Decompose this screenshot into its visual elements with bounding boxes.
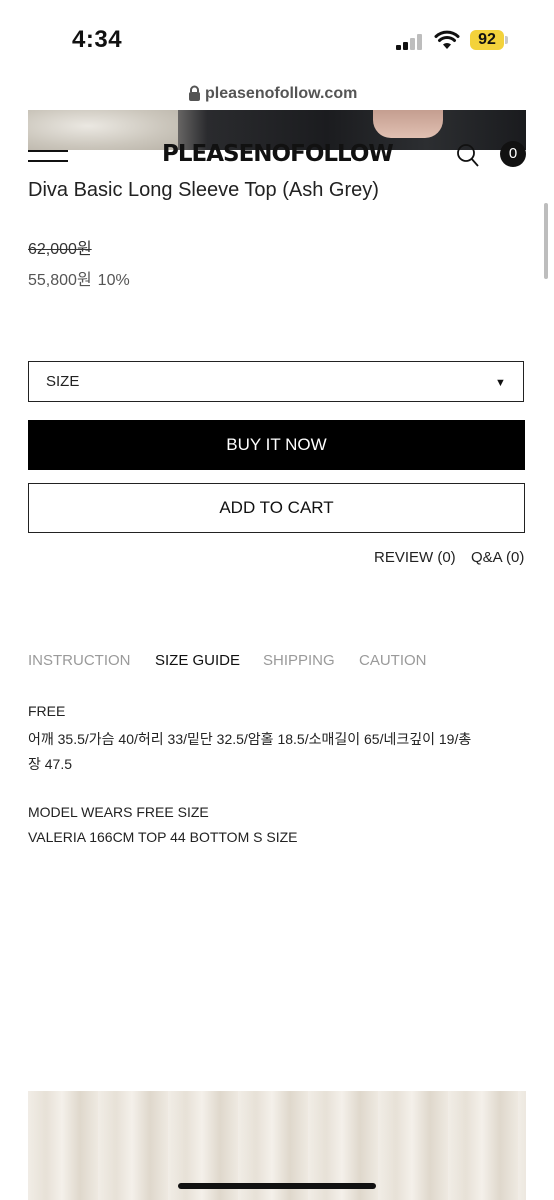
status-time: 4:34 [72,26,123,53]
menu-icon[interactable] [28,150,68,164]
size-select-label: SIZE [46,373,80,390]
sale-price: 55,800원 [28,272,92,289]
chevron-down-icon: ▼ [495,377,506,389]
original-price: 62,000원 [28,241,92,258]
model-size-info: MODEL WEARS FREE SIZE [28,804,209,820]
add-to-cart-button[interactable]: ADD TO CART [28,483,525,533]
size-guide-measurements: 어깨 35.5/가슴 40/허리 33/밑단 32.5/암홀 18.5/소매길이… [28,731,472,747]
product-title: Diva Basic Long Sleeve Top (Ash Grey) [28,179,379,201]
size-guide-size: FREE [28,703,66,719]
home-indicator[interactable] [178,1183,376,1189]
review-link[interactable]: REVIEW (0) [374,549,456,566]
cellular-signal-icon [396,34,426,50]
size-select[interactable] [28,361,524,402]
qa-link[interactable]: Q&A (0) [471,549,524,566]
url-text[interactable]: pleasenofollow.com [205,85,357,103]
brand-logo[interactable]: PLEASENOFOLLOW [162,141,394,167]
size-guide-measurements-cont: 장 47.5 [28,756,73,772]
lock-icon [189,85,200,101]
tab-instruction[interactable]: INSTRUCTION [28,652,131,669]
battery-indicator: 92 [470,30,504,50]
buy-now-button[interactable]: BUY IT NOW [28,420,525,470]
tab-size-guide[interactable]: SIZE GUIDE [155,652,240,669]
tab-caution[interactable]: CAUTION [359,652,427,669]
sale-price-row: 55,800원 10% [28,266,136,290]
tab-shipping[interactable]: SHIPPING [263,652,335,669]
wifi-icon [434,30,460,49]
battery-tip [505,36,508,44]
cart-count-badge[interactable]: 0 [500,141,526,167]
discount-rate: 10% [97,272,130,289]
model-details: VALERIA 166CM TOP 44 BOTTOM S SIZE [28,829,298,845]
scrollbar[interactable] [544,203,548,279]
search-icon[interactable] [456,143,480,169]
